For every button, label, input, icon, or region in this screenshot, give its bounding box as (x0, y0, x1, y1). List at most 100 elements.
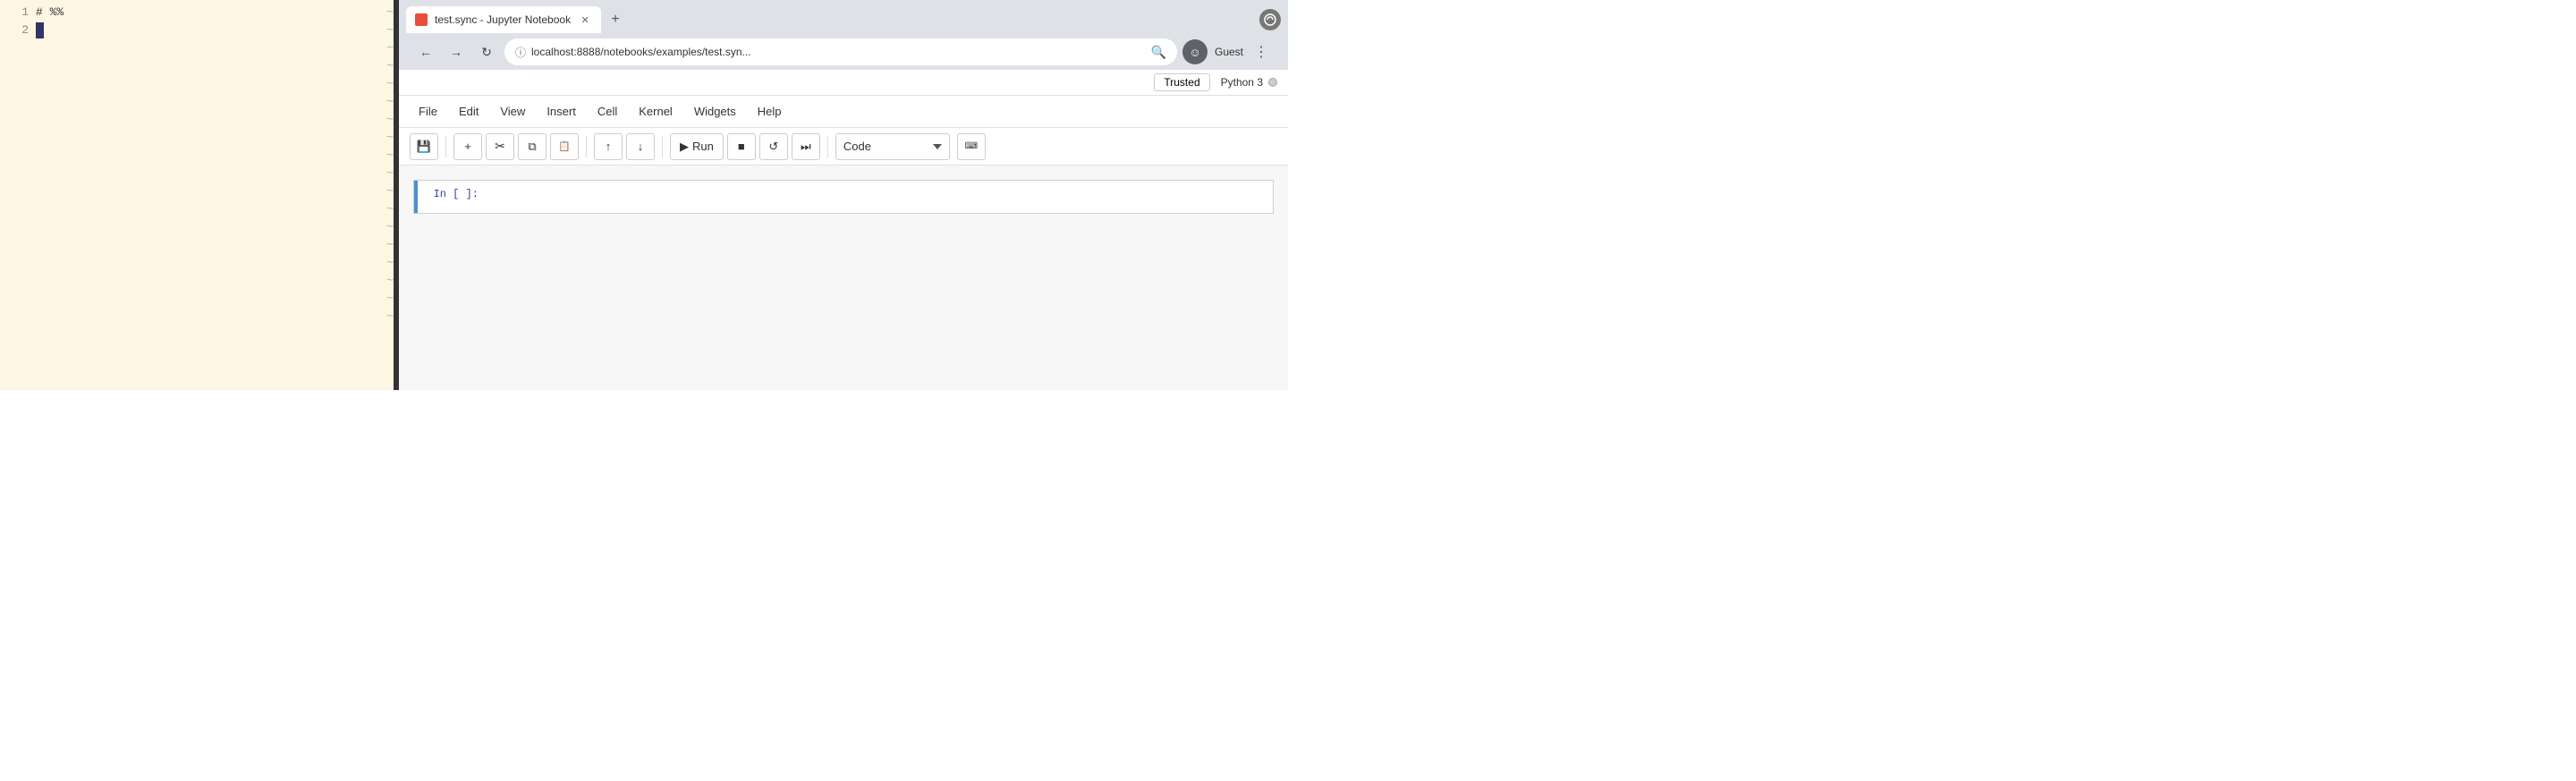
trusted-button[interactable]: Trusted (1154, 73, 1209, 91)
browser-chrome: test.sync - Jupyter Notebook ✕ + ← → ↻ ⓘ… (399, 0, 1288, 70)
forward-icon: → (450, 45, 462, 59)
forward-button[interactable]: → (444, 39, 469, 64)
menu-edit[interactable]: Edit (450, 101, 487, 122)
refresh-icon: ↻ (481, 45, 492, 60)
menu-cell[interactable]: Cell (589, 101, 626, 122)
back-button[interactable]: ← (413, 39, 438, 64)
refresh-button[interactable]: ↻ (474, 39, 499, 64)
keyboard-icon: ⌨ (965, 141, 978, 151)
tilde-14: ~ (386, 236, 394, 254)
tab-title: test.sync - Jupyter Notebook (435, 13, 571, 26)
tilde-12: ~ (386, 200, 394, 218)
address-text: localhost:8888/notebooks/examples/test.s… (531, 46, 1146, 58)
menu-widgets[interactable]: Widgets (685, 101, 745, 122)
jupyter-menu-bar: File Edit View Insert Cell Kernel Widget… (399, 96, 1288, 128)
cut-button[interactable]: ✂ (486, 133, 514, 160)
cell-type-select[interactable]: Code Markdown Raw NBConvert Heading (835, 133, 950, 160)
save-button[interactable]: 💾 (410, 133, 438, 160)
line1-text: # %% (36, 4, 64, 21)
browser-menu-button[interactable]: ⋮ (1249, 39, 1274, 64)
tilde-10: ~ (386, 165, 394, 183)
tilde-13: ~ (386, 218, 394, 236)
restart-button[interactable]: ↺ (759, 133, 788, 160)
jupyter-page: Trusted Python 3 File Edit View Insert C… (399, 70, 1288, 390)
move-up-icon: ↑ (606, 140, 612, 153)
copy-icon: ⧉ (528, 140, 536, 154)
menu-view[interactable]: View (491, 101, 534, 122)
stop-button[interactable]: ■ (727, 133, 756, 160)
fast-forward-icon: ⏭ (801, 140, 811, 154)
tilde-8: ~ (386, 129, 394, 147)
jupyter-header: Trusted Python 3 (399, 70, 1288, 96)
menu-help[interactable]: Help (749, 101, 791, 122)
notebook-area[interactable]: In [ ]: (399, 166, 1288, 390)
tilde-5: ~ (386, 75, 394, 93)
editor-panel: 1 2 # %% ~ ~ ~ ~ ~ ~ ~ ~ ~ ~ ~ ~ ~ ~ ~ (0, 0, 394, 390)
editor-text-area[interactable]: # %% (32, 0, 379, 390)
user-avatar-icon: ☺ (1189, 46, 1200, 59)
user-label: Guest (1215, 46, 1243, 58)
toolbar-sep-1 (445, 136, 446, 157)
toolbar-sep-3 (662, 136, 663, 157)
tilde-4: ~ (386, 57, 394, 75)
tilde-18: ~ (386, 308, 394, 326)
tab-favicon (415, 13, 428, 26)
cell-inner: In [ ]: (418, 181, 1273, 213)
tilde-15: ~ (386, 254, 394, 272)
tilde-lines: ~ ~ ~ ~ ~ ~ ~ ~ ~ ~ ~ ~ ~ ~ ~ ~ ~ ~ (379, 0, 394, 390)
move-up-button[interactable]: ↑ (594, 133, 623, 160)
copy-button[interactable]: ⧉ (518, 133, 547, 160)
tilde-7: ~ (386, 111, 394, 129)
cut-icon: ✂ (495, 139, 505, 154)
stop-icon: ■ (738, 140, 745, 153)
menu-insert[interactable]: Insert (538, 101, 585, 122)
active-tab[interactable]: test.sync - Jupyter Notebook ✕ (406, 6, 601, 33)
tilde-16: ~ (386, 272, 394, 290)
run-icon: ▶ (680, 140, 689, 154)
editor-line-1: # %% (36, 4, 376, 21)
new-tab-button[interactable]: + (603, 7, 628, 32)
save-icon: 💾 (417, 140, 431, 154)
paste-button[interactable]: 📋 (550, 133, 579, 160)
search-icon: 🔍 (1151, 45, 1166, 60)
menu-kernel[interactable]: Kernel (630, 101, 682, 122)
move-down-icon: ↓ (638, 140, 644, 153)
add-icon: + (464, 140, 471, 153)
toolbar-sep-4 (827, 136, 828, 157)
tab-bar: test.sync - Jupyter Notebook ✕ + (406, 5, 1281, 34)
cell-input[interactable] (489, 181, 1273, 213)
tilde-2: ~ (386, 21, 394, 39)
kernel-status-dot (1268, 78, 1277, 87)
menu-file[interactable]: File (410, 101, 446, 122)
cursor (36, 22, 44, 38)
nav-bar: ← → ↻ ⓘ localhost:8888/notebooks/example… (406, 34, 1281, 70)
keyboard-shortcuts-button[interactable]: ⌨ (957, 133, 986, 160)
browser-panel: test.sync - Jupyter Notebook ✕ + ← → ↻ ⓘ… (399, 0, 1288, 390)
jupyter-toolbar: 💾 + ✂ ⧉ 📋 ↑ ↓ ▶ (399, 128, 1288, 166)
run-label: Run (692, 140, 714, 153)
toolbar-sep-2 (586, 136, 587, 157)
add-cell-button[interactable]: + (453, 133, 482, 160)
jupyter-header-right: Trusted Python 3 (1154, 73, 1277, 91)
move-down-button[interactable]: ↓ (626, 133, 655, 160)
kernel-info: Python 3 (1221, 76, 1277, 89)
address-bar[interactable]: ⓘ localhost:8888/notebooks/examples/test… (504, 38, 1177, 65)
run-button[interactable]: ▶ Run (670, 133, 724, 160)
user-avatar[interactable]: ☺ (1182, 39, 1208, 64)
line-numbers: 1 2 (0, 0, 32, 390)
kernel-label: Python 3 (1221, 76, 1263, 89)
tab-close-button[interactable]: ✕ (578, 13, 592, 27)
tilde-1: ~ (386, 4, 394, 21)
restart-icon: ↺ (768, 140, 778, 154)
lock-icon: ⓘ (515, 45, 526, 60)
user-area: ☺ Guest (1182, 39, 1243, 64)
cell-prompt: In [ ]: (418, 181, 489, 208)
restart-run-all-button[interactable]: ⏭ (792, 133, 820, 160)
tilde-6: ~ (386, 93, 394, 111)
code-cell[interactable]: In [ ]: (413, 180, 1274, 214)
paste-icon: 📋 (558, 140, 571, 152)
back-icon: ← (419, 45, 432, 59)
tilde-17: ~ (386, 290, 394, 308)
tilde-9: ~ (386, 147, 394, 165)
browser-settings-icon[interactable] (1259, 9, 1281, 30)
